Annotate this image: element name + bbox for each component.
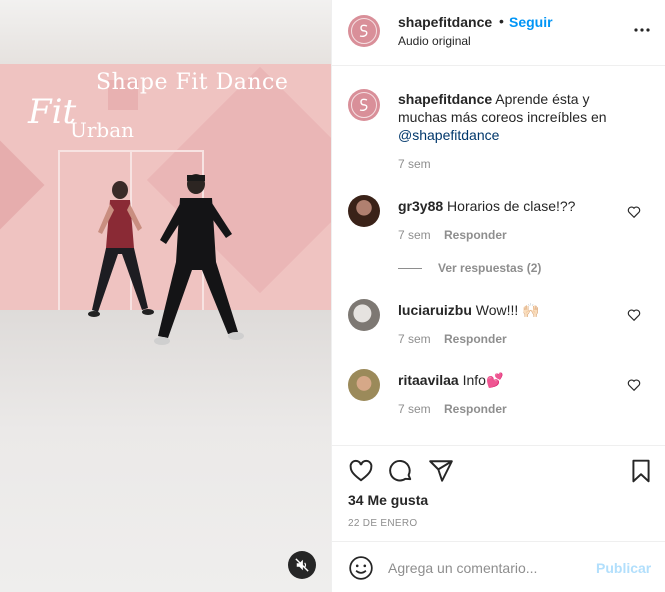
post-actions: 34 Me gusta 22 DE ENERO [332, 445, 665, 545]
follow-button[interactable]: Seguir [509, 14, 553, 30]
bookmark-icon[interactable] [628, 458, 654, 484]
video-overlay-sub: Urban [70, 118, 135, 142]
comment-username[interactable]: luciaruizbu [398, 302, 472, 318]
comment-item: luciaruizbu Wow!!! 🙌🏻 [398, 301, 624, 319]
comment-body: Info💕 [462, 372, 504, 388]
share-icon[interactable] [428, 458, 454, 484]
comment-item: ritaavilaa Info💕 [398, 371, 624, 389]
heart-icon[interactable] [348, 458, 374, 484]
commenter-avatar[interactable] [348, 195, 380, 227]
heart-outline-icon[interactable] [627, 378, 641, 392]
comment-time: 7 sem [398, 332, 431, 346]
caption-time: 7 sem [398, 157, 431, 171]
caption-mention[interactable]: @shapefitdance [398, 127, 499, 143]
emoji-icon[interactable] [348, 555, 374, 581]
post-date[interactable]: 22 DE ENERO [348, 518, 417, 529]
caption-avatar[interactable] [348, 89, 380, 121]
view-replies-label: Ver respuestas (2) [438, 261, 542, 275]
comment-username[interactable]: ritaavilaa [398, 372, 459, 388]
comment-body: Wow!!! 🙌🏻 [475, 302, 540, 318]
brand-logo-icon [359, 98, 368, 112]
reply-button[interactable]: Responder [444, 402, 507, 416]
speaker-muted-icon [295, 558, 309, 572]
comment-icon[interactable] [388, 458, 414, 484]
author-avatar[interactable] [348, 15, 380, 47]
audio-label[interactable]: Audio original [398, 34, 471, 48]
comment-username[interactable]: gr3y88 [398, 198, 443, 214]
video-overlay-title: Shape Fit Dance [96, 70, 289, 95]
comment-item: gr3y88 Horarios de clase!?? [398, 197, 624, 215]
replies-line [398, 267, 422, 269]
commenter-avatar[interactable] [348, 299, 380, 331]
comment-composer: Publicar [332, 541, 665, 592]
video-ceiling [0, 0, 331, 64]
mute-button[interactable] [288, 551, 316, 579]
comments-list[interactable]: shapefitdance Aprende ésta y muchas más … [332, 67, 665, 445]
heart-outline-icon[interactable] [627, 308, 641, 322]
author-username[interactable]: shapefitdance [398, 14, 492, 30]
dancers-figure [88, 174, 244, 345]
more-horizontal-icon[interactable] [632, 20, 652, 40]
commenter-avatar[interactable] [348, 369, 380, 401]
likes-count[interactable]: 34 Me gusta [348, 492, 428, 508]
comment-body: Horarios de clase!?? [447, 198, 576, 214]
heart-outline-icon[interactable] [627, 205, 641, 219]
caption-username[interactable]: shapefitdance [398, 91, 492, 107]
post-details-panel: shapefitdance • Seguir Audio original sh… [331, 0, 665, 592]
publish-button[interactable]: Publicar [596, 560, 651, 576]
comment-input[interactable] [388, 556, 588, 580]
post-header: shapefitdance • Seguir Audio original [332, 0, 665, 66]
brand-logo-icon [359, 24, 368, 38]
video-overlay-script: Fit [28, 92, 77, 132]
view-replies-button[interactable]: Ver respuestas (2) [398, 261, 541, 275]
post-video[interactable]: Shape Fit Dance Fit Urban [0, 0, 331, 592]
reply-button[interactable]: Responder [444, 332, 507, 346]
separator-dot: • [499, 13, 504, 29]
comment-time: 7 sem [398, 228, 431, 242]
reply-button[interactable]: Responder [444, 228, 507, 242]
caption-text: shapefitdance Aprende ésta y muchas más … [398, 90, 624, 144]
comment-time: 7 sem [398, 402, 431, 416]
